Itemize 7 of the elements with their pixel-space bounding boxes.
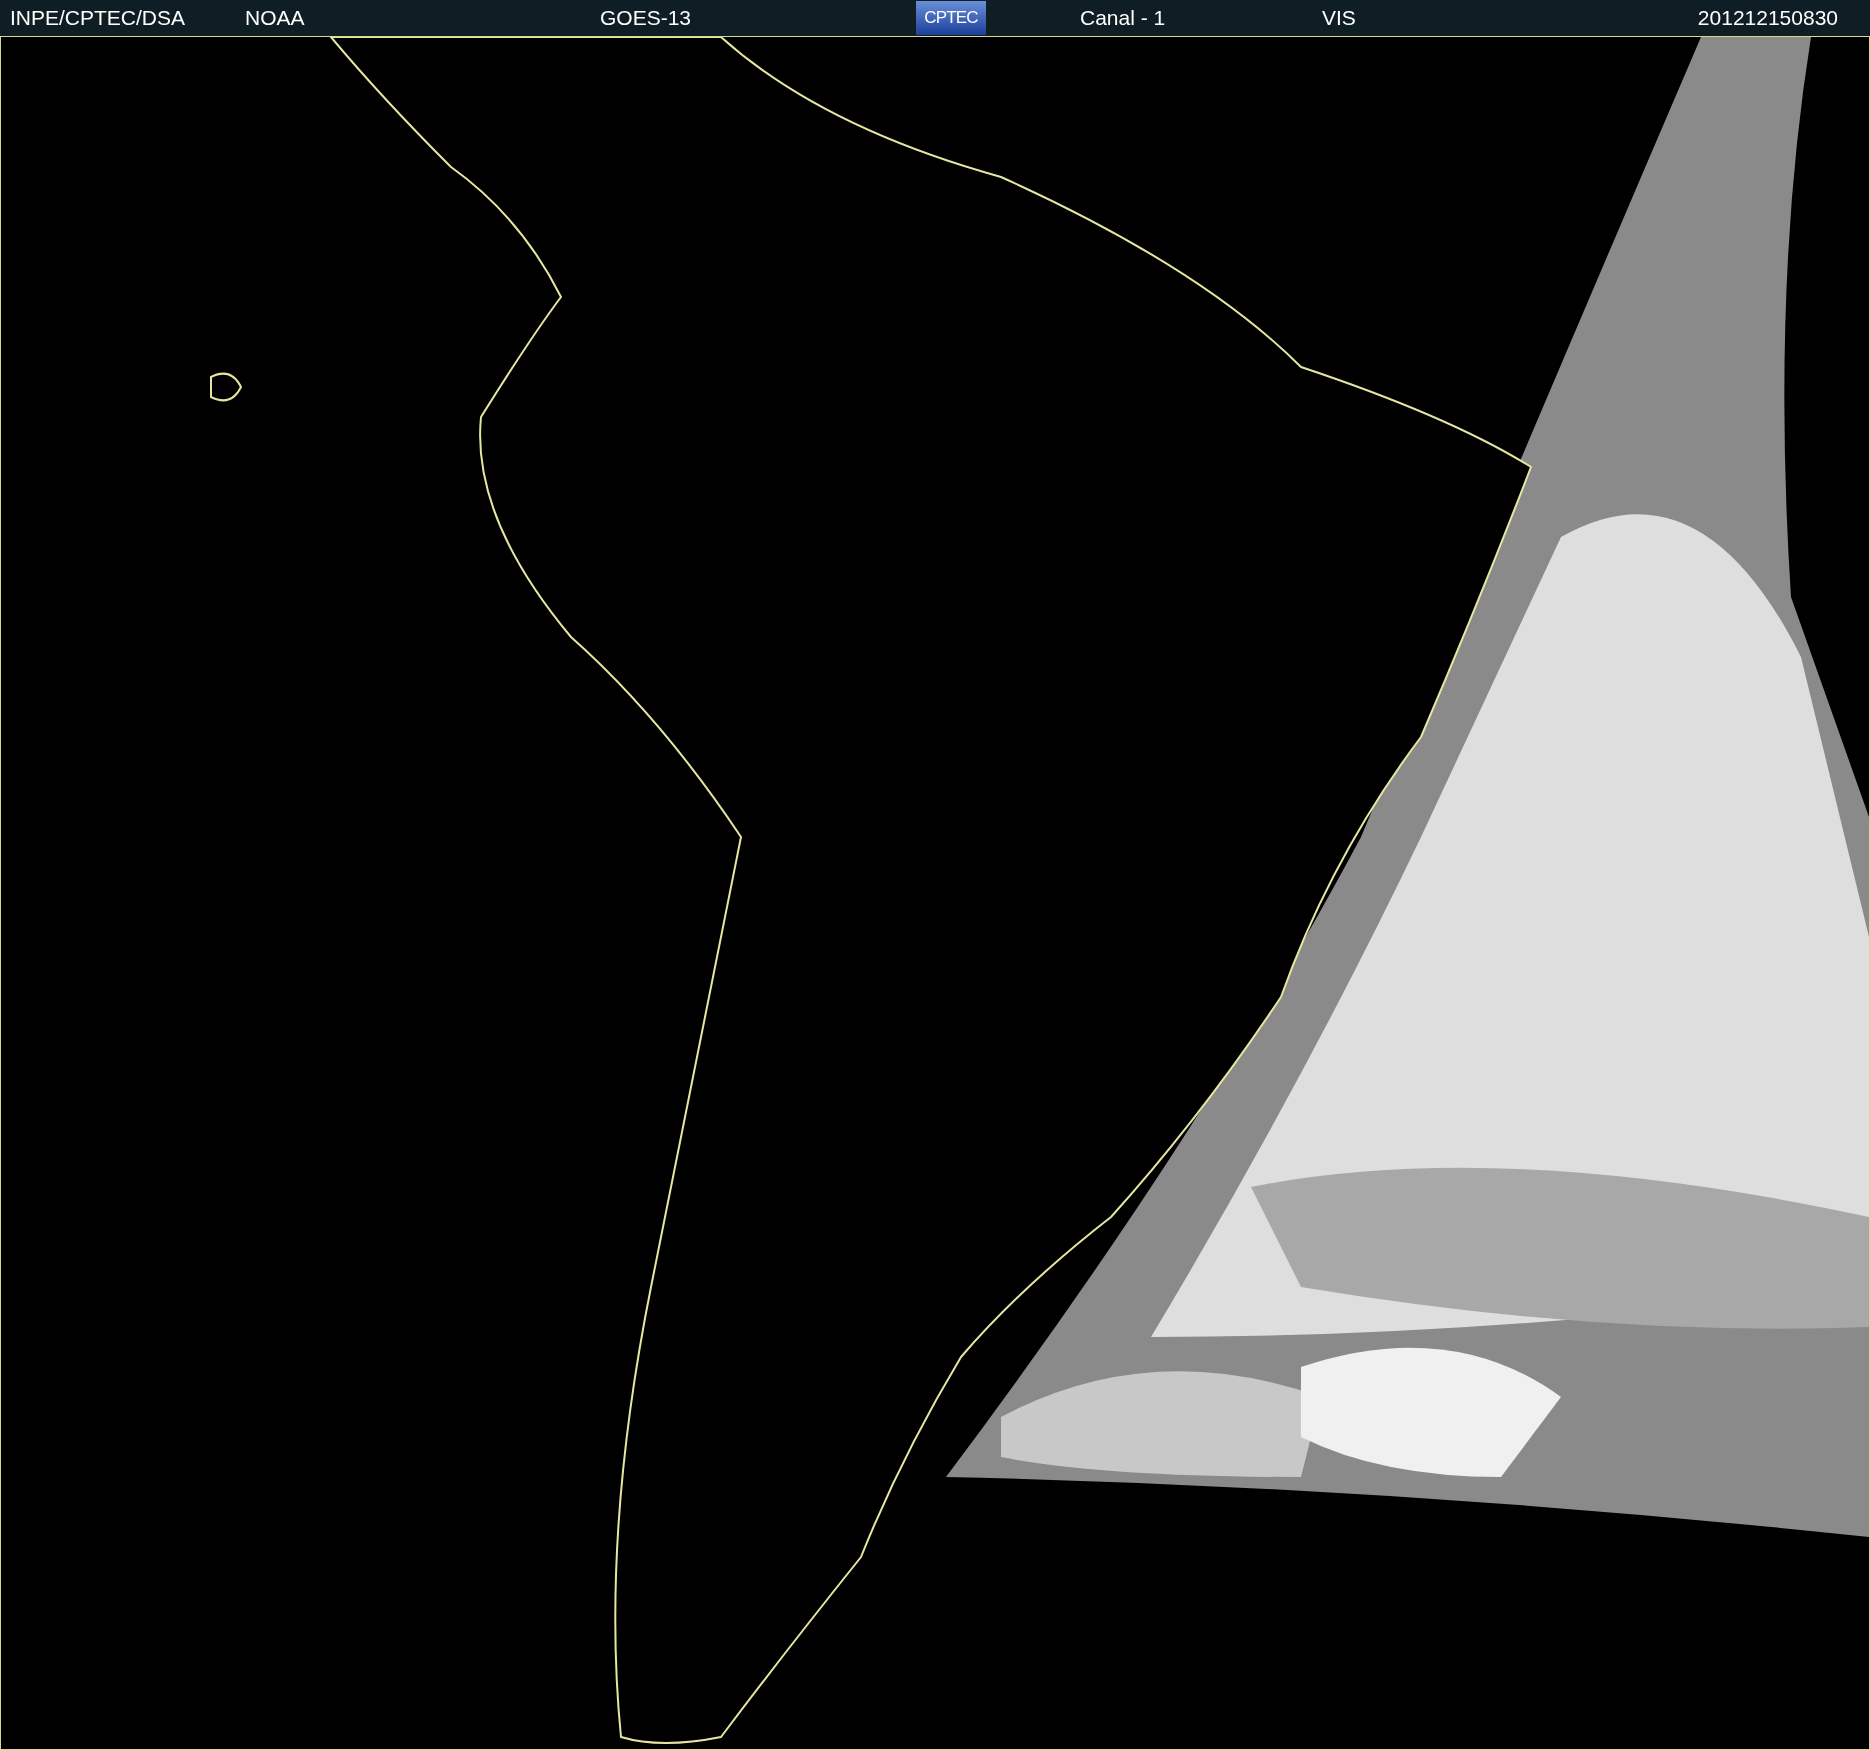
timestamp-label: 201212150830 xyxy=(1697,5,1838,32)
logo: CPTEC xyxy=(916,1,986,35)
source-label: INPE/CPTEC/DSA xyxy=(10,5,186,32)
band-label: VIS xyxy=(1322,5,1356,32)
channel-label: Canal - 1 xyxy=(1080,5,1166,32)
agency-label: NOAA xyxy=(245,5,305,32)
satellite-label: GOES-13 xyxy=(600,5,692,32)
